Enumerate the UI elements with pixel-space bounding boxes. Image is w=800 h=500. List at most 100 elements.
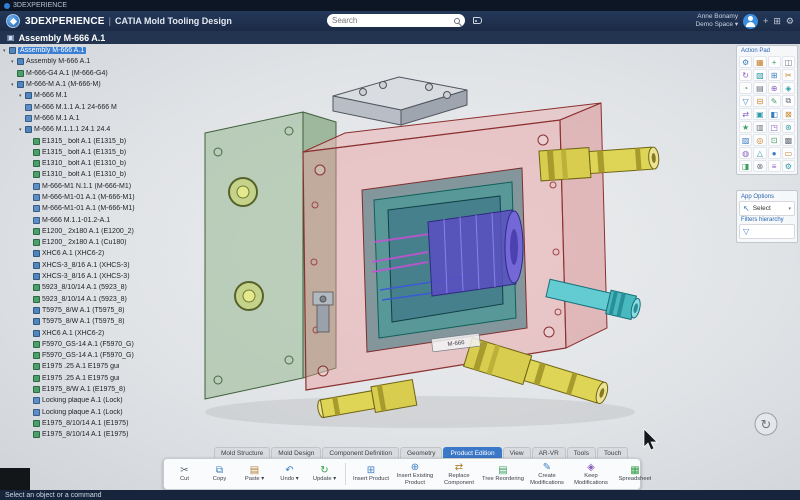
action-pad-tool-icon[interactable]: ◫ [782, 56, 795, 68]
cavity-window-internals[interactable] [362, 168, 527, 352]
tree-item[interactable]: E1975_8/10/14 A.1 (E1975) [3, 429, 157, 440]
action-pad-tool-icon[interactable]: ◍ [739, 147, 752, 159]
tree-item[interactable]: E1310_ bolt A.1 (E1310_b) [3, 158, 157, 169]
tree-item[interactable]: XHCS-3_8/16 A.1 (XHCS-3) [3, 260, 157, 271]
tree-item[interactable]: T5975_8/W A.1 (T5975_8) [3, 305, 157, 316]
search-icon[interactable] [454, 18, 460, 24]
paste-button[interactable]: ▤Paste ▾ [238, 465, 271, 482]
action-pad-tool-icon[interactable]: ↻ [739, 69, 752, 81]
action-pad-tool-icon[interactable]: ◳ [768, 121, 781, 133]
replace-button[interactable]: ⇄Replace Component [438, 462, 480, 485]
tree-item[interactable]: E1315_ bolt A.1 (E1315_b) [3, 135, 157, 146]
keep-modifications-button[interactable]: ◈Keep Modifications [570, 462, 612, 485]
tree-item[interactable]: F5970_GS-14 A.1 (F5970_G) [3, 339, 157, 350]
tree-item[interactable]: M-666-M1 N.1.1 (M-666-M1) [3, 181, 157, 192]
core-cylinder-purple[interactable] [428, 210, 523, 296]
tree-item[interactable]: ▾Assembly M-666 A.1 [3, 56, 157, 67]
tree-reorder-button[interactable]: ▤Tree Reordering [482, 465, 524, 482]
tree-item[interactable]: M-666-M1-01 A.1 (M-666-M1) [3, 203, 157, 214]
spreadsheet-button[interactable]: ▦Spreadsheet [614, 465, 656, 482]
action-pad-tool-icon[interactable]: ⊠ [782, 108, 795, 120]
tree-item[interactable]: E1975_8/10/14 A.1 (E1975) [3, 418, 157, 429]
select-tool[interactable]: ↖ Select ▾ [739, 201, 795, 216]
action-pad-tool-icon[interactable]: ▭ [782, 147, 795, 159]
tree-item[interactable]: M-666 M.1.1-01.2-A.1 [3, 214, 157, 225]
global-search[interactable] [327, 14, 465, 27]
tree-item[interactable]: E1975 .25 A.1 E1975 gui [3, 361, 157, 372]
action-pad-tool-icon[interactable]: ▩ [782, 134, 795, 146]
tree-item[interactable]: F5970_GS-14 A.1 (F5970_G) [3, 350, 157, 361]
tree-item[interactable]: ▾Assembly M-666 A.1 [3, 45, 157, 56]
action-pad-tool-icon[interactable]: ⇄ [739, 108, 752, 120]
tree-item[interactable]: E1975_8/W A.1 (E1975_8) [3, 384, 157, 395]
action-pad-tool-icon[interactable]: ✎ [768, 95, 781, 107]
action-pad-tool-icon[interactable]: ◈ [782, 82, 795, 94]
tree-item[interactable]: M-666-M1-01 A.1 (M-666-M1) [3, 192, 157, 203]
settings-gear-icon[interactable]: ⚙ [786, 16, 794, 27]
tree-item[interactable]: E1975 .25 A.1 E1975 gui [3, 373, 157, 384]
action-pad-tool-icon[interactable]: ▽ [739, 95, 752, 107]
tree-item[interactable]: E1200_ 2x180 A.1 (Cu180) [3, 237, 157, 248]
collapsed-panel[interactable] [0, 468, 30, 490]
top-clamp-block[interactable] [333, 77, 467, 125]
filters-tool[interactable]: ▽ [739, 224, 795, 239]
tree-item[interactable]: XHC6 A.1 (XHC6-2) [3, 248, 157, 259]
create-modifications-button[interactable]: ✎Create Modifications [526, 462, 568, 485]
undo-button[interactable]: ↶Undo ▾ [273, 465, 306, 482]
cut-button[interactable]: ✂Cut [168, 465, 201, 482]
action-pad-tool-icon[interactable]: ◔ [739, 82, 752, 94]
action-pad-tool-icon[interactable]: ▣ [753, 108, 766, 120]
action-pad-tool-icon[interactable]: ⚙ [739, 56, 752, 68]
action-pad-tool-icon[interactable]: ⚙ [782, 160, 795, 172]
tree-item[interactable]: M-666 M.1 A.1 [3, 113, 157, 124]
user-info[interactable]: Anne Bonamy Demo Space ▾ [695, 13, 738, 29]
action-pad-tool-icon[interactable]: ▨ [739, 134, 752, 146]
tree-item[interactable]: E1200_ 2x180 A.1 (E1200_2) [3, 226, 157, 237]
copy-button[interactable]: ⧉Copy [203, 465, 236, 482]
action-pad-tool-icon[interactable]: ▦ [753, 56, 766, 68]
search-input[interactable] [332, 16, 451, 25]
tree-item[interactable]: XHCS-3_8/16 A.1 (XHCS-3) [3, 271, 157, 282]
action-pad-tool-icon[interactable]: ⊟ [753, 95, 766, 107]
tree-item[interactable]: T5975_8/W A.1 (T5975_8) [3, 316, 157, 327]
update-button[interactable]: ↻Update ▾ [308, 465, 341, 482]
user-avatar[interactable] [743, 14, 758, 29]
action-pad-tool-icon[interactable]: ● [768, 147, 781, 159]
insert-product-button[interactable]: ⊞Insert Product [350, 465, 392, 482]
tree-item[interactable]: 5923_8/10/14 A.1 (5923_8) [3, 282, 157, 293]
tag-icon[interactable] [473, 17, 482, 24]
tree-item[interactable]: Locking plaque A.1 (Lock) [3, 395, 157, 406]
action-pad-tool-icon[interactable]: ★ [739, 121, 752, 133]
rotate-view-widget[interactable]: ↻ [755, 413, 777, 435]
spec-tree[interactable]: ▾Assembly M-666 A.1▾Assembly M-666 A.1M-… [3, 45, 157, 442]
tree-item[interactable]: ▾M-666 M.1.1.1 24.1 24.4 [3, 124, 157, 135]
tree-item[interactable]: XHC6 A.1 (XHC6-2) [3, 327, 157, 338]
tree-item[interactable]: ▾M-666-M A.1 (M-666-M) [3, 79, 157, 90]
tree-item[interactable]: Locking plaque A.1 (Lock) [3, 407, 157, 418]
action-pad-tool-icon[interactable]: ⊡ [768, 134, 781, 146]
action-pad-tool-icon[interactable]: ▥ [753, 121, 766, 133]
tree-item[interactable]: M-666 M.1.1 A.1 24-666 M [3, 101, 157, 112]
action-pad-tool-icon[interactable]: ▤ [753, 82, 766, 94]
action-pad-tool-icon[interactable]: ◨ [739, 160, 752, 172]
action-pad-tool-icon[interactable]: ⧉ [782, 95, 795, 107]
action-pad-tool-icon[interactable]: ◧ [768, 108, 781, 120]
action-pad-tool-icon[interactable]: ≡ [768, 160, 781, 172]
add-icon[interactable]: + [763, 16, 768, 26]
3dexperience-compass-icon[interactable] [6, 14, 20, 28]
tree-item[interactable]: E1310_ bolt A.1 (E1310_b) [3, 169, 157, 180]
action-pad-tool-icon[interactable]: ✂ [782, 69, 795, 81]
action-pad-tool-icon[interactable]: ◎ [753, 134, 766, 146]
action-pad-tool-icon[interactable]: ⊞ [768, 69, 781, 81]
tree-item[interactable]: E1315_ bolt A.1 (E1315_b) [3, 147, 157, 158]
tree-item[interactable]: M-666-G4 A.1 (M-666-G4) [3, 68, 157, 79]
action-pad-tool-icon[interactable]: △ [753, 147, 766, 159]
action-pad-tool-icon[interactable]: ⊕ [768, 82, 781, 94]
tree-item[interactable]: ▾M-666 M.1 [3, 90, 157, 101]
action-pad-tool-icon[interactable]: ⊛ [782, 121, 795, 133]
action-pad-tool-icon[interactable]: ▧ [753, 69, 766, 81]
tree-item[interactable]: 5923_8/10/14 A.1 (5923_8) [3, 294, 157, 305]
action-pad-tool-icon[interactable]: ⊗ [753, 160, 766, 172]
apps-icon[interactable]: ⊞ [773, 16, 781, 27]
action-pad-tool-icon[interactable]: + [768, 56, 781, 68]
